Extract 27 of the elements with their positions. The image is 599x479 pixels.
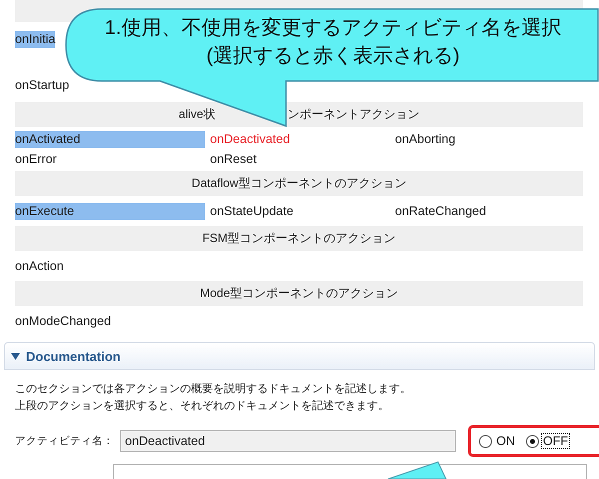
documentation-title: Documentation <box>26 348 121 364</box>
action-item[interactable]: onAction <box>15 258 64 274</box>
action-item[interactable]: onModeChanged <box>15 312 111 330</box>
description-text: このセクションでは各アクションの概要を説明するドキュメントを記述します。 <box>15 382 412 396</box>
radio-button[interactable]: OFF <box>526 434 569 448</box>
action-item[interactable]: onAborting <box>395 130 456 148</box>
action-item[interactable]: onStateUpdate <box>210 202 294 220</box>
section-header: Dataflow型コンポーネントのアクション <box>192 175 406 192</box>
section-header: Mode型コンポーネントのアクション <box>200 285 398 302</box>
action-item[interactable]: onReset <box>210 150 257 168</box>
callout-text: 1.使用、不使用を変更するアクティビティ名を選択 <box>104 16 562 41</box>
section-header: FSM型コンポーネントのアクション <box>202 230 396 247</box>
section-header: ンポーネントアクション <box>287 106 420 123</box>
section-header: alive状 <box>178 106 216 123</box>
radio-button[interactable]: ON <box>479 434 516 448</box>
description-text: 上段のアクションを選択すると、それぞれのドキュメントを記述できます。 <box>15 399 390 413</box>
callout-text: (選択すると赤く表示される) <box>206 44 460 69</box>
action-item[interactable]: onExecute <box>15 202 205 220</box>
action-item[interactable]: onActivated <box>15 130 205 148</box>
action-item[interactable]: onRateChanged <box>395 202 486 220</box>
activity-name-label: アクティビティ名： <box>15 434 114 448</box>
action-item[interactable]: onDeactivated <box>210 130 290 148</box>
action-item[interactable]: onStartup <box>15 76 70 94</box>
activity-name-field[interactable]: onDeactivated <box>120 430 456 452</box>
callout-tail <box>388 461 447 479</box>
action-item[interactable]: onError <box>15 150 57 168</box>
documentation-header[interactable]: Documentation <box>4 342 595 370</box>
